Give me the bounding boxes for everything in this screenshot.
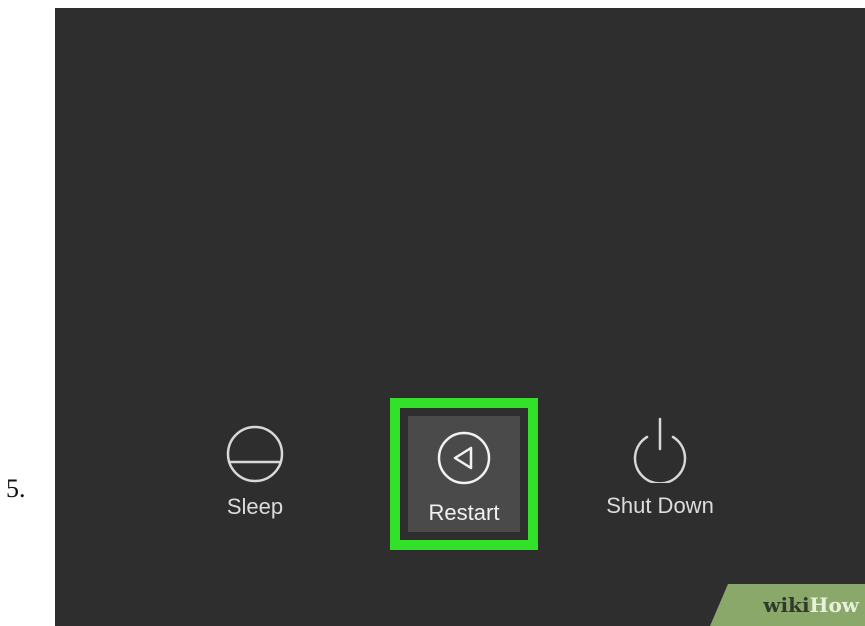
sleep-label: Sleep [226, 494, 284, 519]
wikihow-watermark: wikiHow [710, 584, 865, 626]
restart-label: Restart [428, 500, 500, 525]
restart-highlight-box: Restart [390, 398, 538, 550]
shutdown-label: Shut Down [606, 493, 714, 518]
power-icon [633, 417, 687, 483]
restart-button[interactable]: Restart [408, 416, 520, 532]
power-menu-screen: Sleep Restart Shut Down wikiHow [55, 8, 865, 626]
page: 5. Sleep Restart Shut Down wikiHow [0, 0, 865, 626]
sleep-icon [226, 425, 284, 483]
shutdown-button[interactable]: Shut Down [585, 415, 735, 519]
step-number: 5. [6, 474, 26, 503]
restart-icon [437, 431, 491, 485]
watermark-text: wikiHow [763, 593, 859, 617]
sleep-button[interactable]: Sleep [195, 424, 315, 520]
